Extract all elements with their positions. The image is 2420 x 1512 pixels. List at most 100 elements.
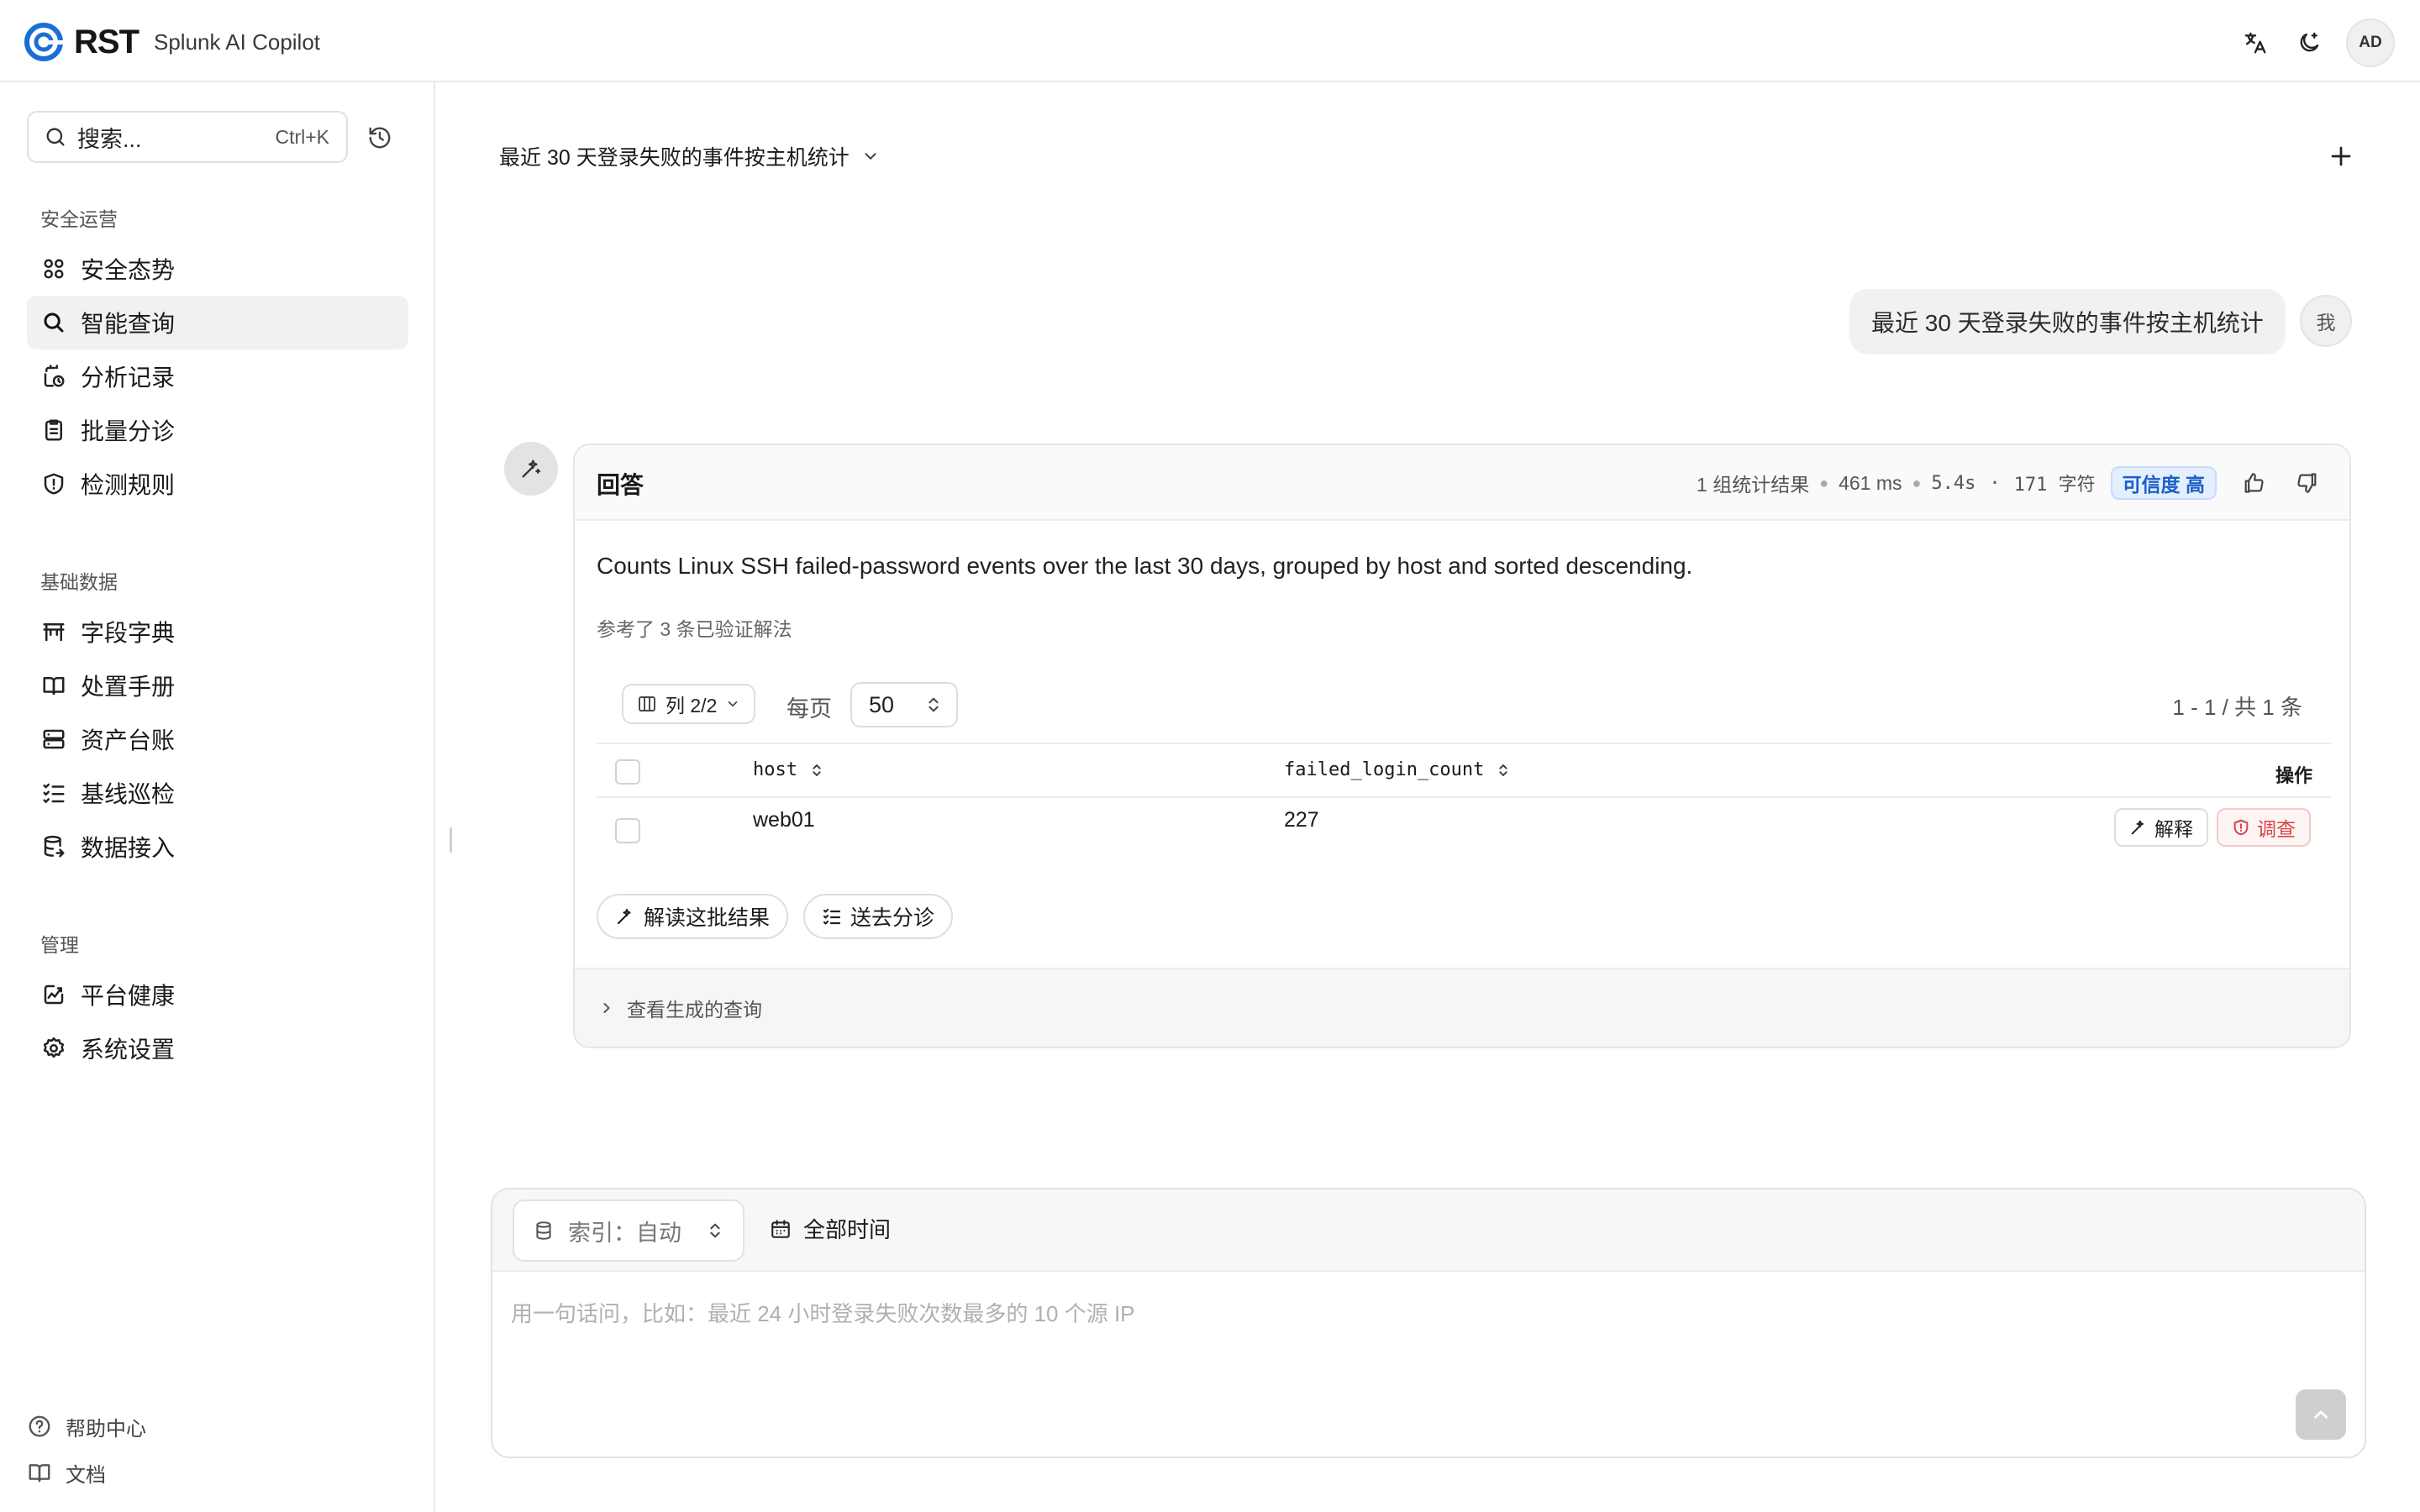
sidebar-item-security-posture[interactable]: 安全态势 <box>27 242 408 296</box>
search-placeholder: 搜索... <box>77 126 142 152</box>
gear-icon <box>40 1035 67 1062</box>
sidebar-item-platform-health[interactable]: 平台健康 <box>27 968 408 1021</box>
explain-label: 解释 <box>2154 818 2193 840</box>
sidebar-item-label: 检测规则 <box>81 472 176 498</box>
theme-moon-icon[interactable] <box>2292 26 2326 60</box>
sidebar-item-system-settings[interactable]: 系统设置 <box>27 1021 408 1075</box>
sidebar-resize-handle[interactable] <box>450 827 452 853</box>
time-range-button[interactable]: 全部时间 <box>770 1213 891 1244</box>
assistant-avatar <box>504 442 558 496</box>
new-conversation-button[interactable] <box>2324 139 2358 173</box>
chevron-up-icon <box>2314 1410 2328 1419</box>
list-check-icon <box>40 780 67 806</box>
logo-mark-icon <box>24 23 71 61</box>
composer-toolbar: 索引：自动 全部时间 <box>492 1189 2365 1272</box>
shield-alert-icon <box>40 470 67 497</box>
sidebar-item-analysis-log[interactable]: 分析记录 <box>27 349 408 403</box>
send-to-triage-button[interactable]: 送去分诊 <box>803 894 954 939</box>
sidebar-item-baseline-inspection[interactable]: 基线巡检 <box>27 766 408 820</box>
section-label-admin: 管理 <box>40 934 79 956</box>
sidebar-item-batch-triage[interactable]: 批量分诊 <box>27 403 408 457</box>
sidebar-item-label: 平台健康 <box>81 983 176 1009</box>
index-select-label: 索引：自动 <box>568 1220 681 1246</box>
sidebar: 搜索... Ctrl+K 安全运营 安全态势 智能查询 分析记录 批量分诊 检测… <box>0 82 435 1512</box>
table-header: host failed_login_count 操作 <box>597 743 2331 798</box>
app-name: Splunk AI Copilot <box>154 29 321 55</box>
question-input[interactable]: 用一句话问，比如：最近 24 小时登录失败次数最多的 10 个源 IP <box>511 1297 1135 1328</box>
meta-chars: 171 字符 <box>2013 475 2096 496</box>
history-icon[interactable] <box>363 121 397 155</box>
sparkle-wand-icon <box>617 908 631 925</box>
investigate-button[interactable]: 调查 <box>2217 808 2311 847</box>
help-circle-icon <box>29 1415 50 1437</box>
sidebar-item-field-dictionary[interactable]: 字段字典 <box>27 605 408 659</box>
docs-link[interactable]: 文档 <box>27 1456 106 1489</box>
sidebar-item-data-ingestion[interactable]: 数据接入 <box>27 820 408 874</box>
thumbs-down-icon[interactable] <box>2291 466 2324 500</box>
translate-icon[interactable] <box>2238 26 2272 60</box>
send-button[interactable] <box>2296 1389 2346 1440</box>
sidebar-item-smart-query[interactable]: 智能查询 <box>27 296 408 349</box>
book-icon <box>40 672 67 699</box>
user-avatar[interactable]: AD <box>2346 18 2395 67</box>
conversation-title-dropdown[interactable]: 最近 30 天登录失败的事件按主机统计 <box>499 141 880 171</box>
view-generated-query-label: 查看生成的查询 <box>627 999 762 1021</box>
select-all-checkbox[interactable] <box>615 759 640 785</box>
column-header-host[interactable]: host <box>753 759 824 780</box>
plus-icon <box>2331 146 2351 166</box>
per-page-label: 每页 <box>786 696 832 722</box>
sidebar-item-label: 资产台账 <box>81 727 176 753</box>
columns-toggle-button[interactable]: 列 2/2 <box>622 684 756 724</box>
chevron-down-icon <box>865 153 876 160</box>
index-select[interactable]: 索引：自动 <box>513 1200 744 1262</box>
dashboard-grid-icon <box>40 255 67 282</box>
sidebar-item-detection-rules[interactable]: 检测规则 <box>27 457 408 511</box>
interpret-results-button[interactable]: 解读这批结果 <box>597 894 789 939</box>
sidebar-item-label: 系统设置 <box>81 1037 176 1063</box>
column-header-failed-login-count[interactable]: failed_login_count <box>1284 759 1511 780</box>
meta-separator: · <box>1989 472 2001 494</box>
section-label-base-data: 基础数据 <box>40 571 118 593</box>
chevron-up-down-icon <box>710 1223 720 1238</box>
logo[interactable]: RST Splunk AI Copilot <box>22 20 320 64</box>
clipboard-list-icon <box>40 417 67 444</box>
row-checkbox[interactable] <box>615 818 640 843</box>
send-to-triage-label: 送去分诊 <box>850 906 935 930</box>
answer-summary: Counts Linux SSH failed-password events … <box>597 553 1693 579</box>
per-page-select[interactable]: 50 <box>850 682 958 727</box>
table-header-icon <box>40 618 67 645</box>
explain-button[interactable]: 解释 <box>2114 808 2208 847</box>
investigate-label: 调查 <box>2257 818 2296 840</box>
sidebar-item-label: 字段字典 <box>81 620 176 646</box>
clock-history-icon <box>40 363 67 390</box>
thumbs-up-icon[interactable] <box>2237 466 2270 500</box>
database-icon <box>536 1221 551 1240</box>
sidebar-item-label: 数据接入 <box>81 835 176 861</box>
search-icon <box>46 128 65 146</box>
activity-chart-icon <box>40 981 67 1008</box>
confidence-badge: 可信度 高 <box>2110 466 2217 500</box>
help-center-link[interactable]: 帮助中心 <box>27 1410 146 1443</box>
search-input[interactable]: 搜索... Ctrl+K <box>27 111 348 163</box>
reference-note[interactable]: 参考了 3 条已验证解法 <box>597 613 792 642</box>
sidebar-item-label: 批量分诊 <box>81 418 176 444</box>
help-center-label: 帮助中心 <box>66 1417 146 1441</box>
meta-separator: ● <box>1819 474 1829 491</box>
answer-card: 回答 1 组统计结果 ● 461 ms ● 5.4s · 171 字符 可信度 … <box>573 444 2351 1048</box>
book-open-icon <box>29 1464 50 1483</box>
cell-failed-login-count: 227 <box>1284 808 1319 832</box>
database-import-icon <box>40 833 67 860</box>
table-row: web01 227 解释 调查 <box>597 798 2331 860</box>
answer-meta: 1 组统计结果 ● 461 ms ● 5.4s · 171 字符 可信度 高 <box>1697 464 2324 502</box>
column-header-actions: 操作 <box>2275 765 2312 786</box>
top-bar: RST Splunk AI Copilot AD <box>0 0 2420 82</box>
sidebar-item-label: 安全态势 <box>81 257 176 283</box>
sidebar-item-asset-ledger[interactable]: 资产台账 <box>27 712 408 766</box>
sidebar-item-label: 分析记录 <box>81 365 176 391</box>
sidebar-item-playbook[interactable]: 处置手册 <box>27 659 408 712</box>
sort-icon <box>813 764 821 776</box>
column-header-label: host <box>753 759 797 780</box>
interpret-results-label: 解读这批结果 <box>644 906 771 930</box>
user-message-bubble: 最近 30 天登录失败的事件按主机统计 <box>1849 289 2286 354</box>
view-generated-query-toggle[interactable]: 查看生成的查询 <box>575 968 2349 1047</box>
